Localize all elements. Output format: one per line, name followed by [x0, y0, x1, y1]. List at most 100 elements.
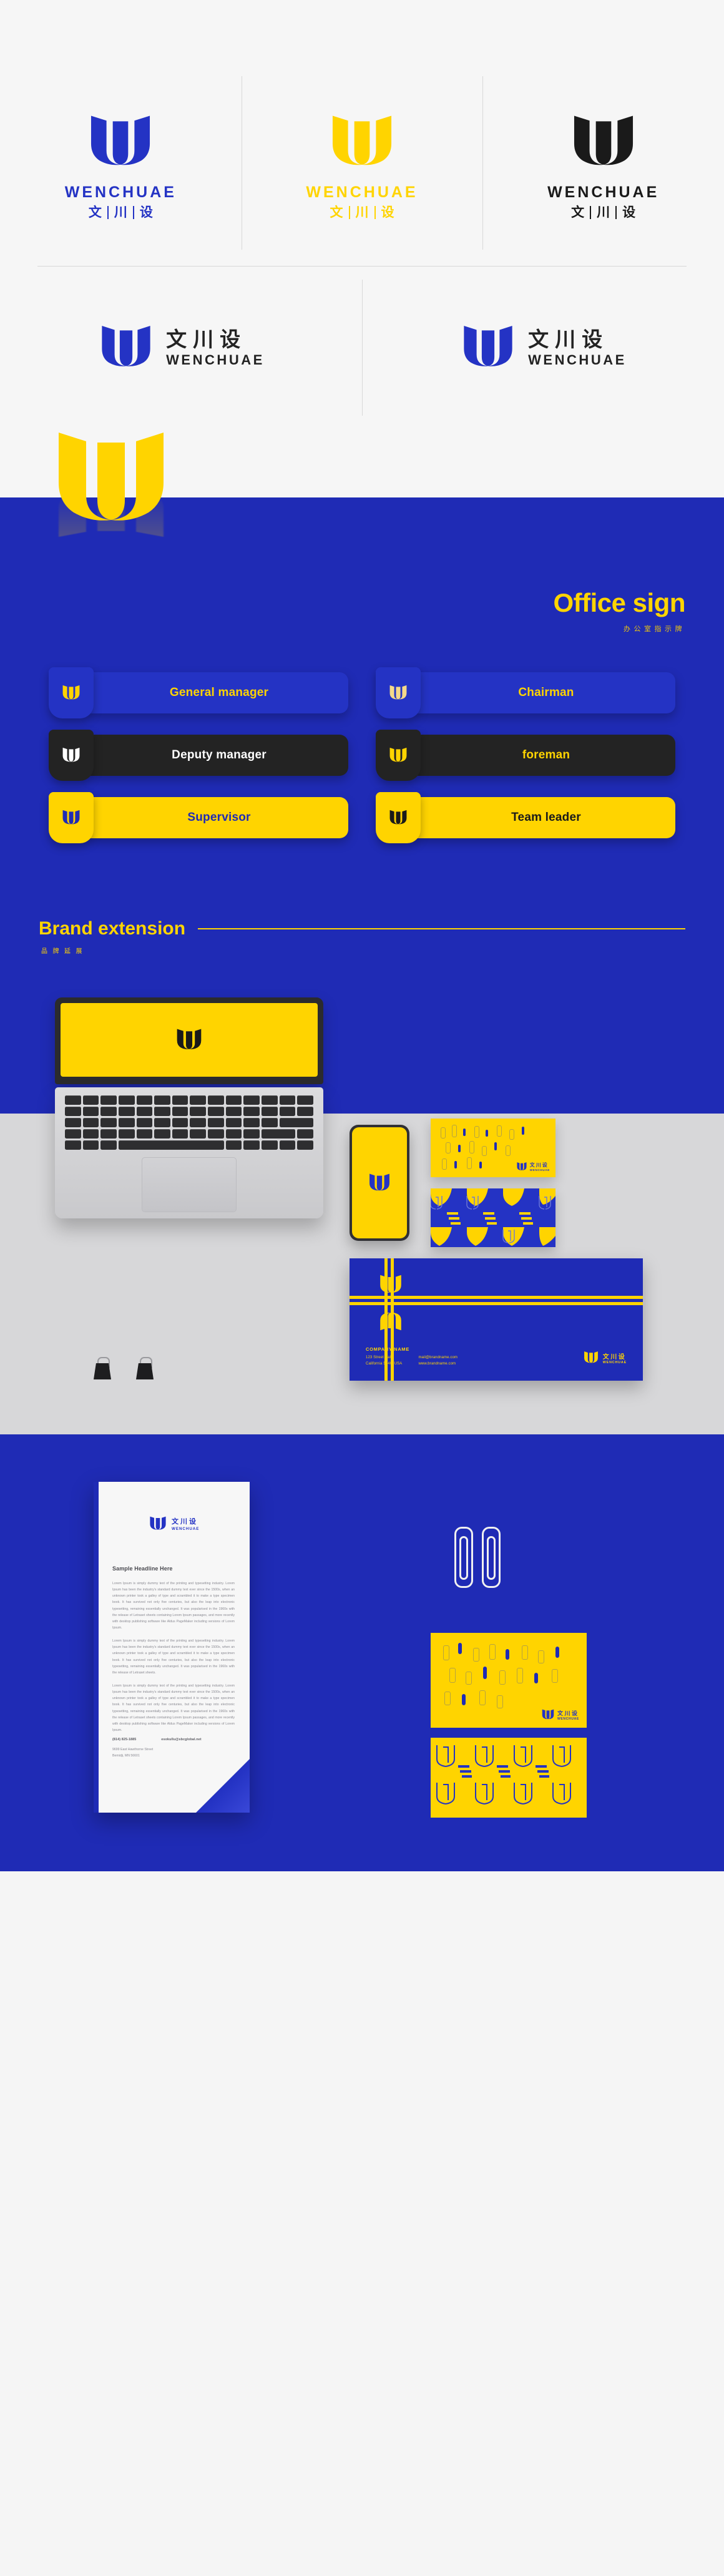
- chinese-char-1: 文: [557, 1710, 563, 1717]
- company-name: COMPANY NAME: [366, 1346, 409, 1353]
- paperclips-group: [454, 1527, 501, 1588]
- key: [190, 1118, 207, 1127]
- pattern-speck: [489, 1644, 496, 1660]
- badge-label: Supervisor: [90, 797, 348, 838]
- chinese-char-2: 川: [610, 1353, 617, 1361]
- logo-lockup-vertical-yellow: WENCHUAE 文 川 设: [306, 107, 418, 219]
- wordmark-text: WENCHUAE: [528, 351, 627, 368]
- chinese-char-1: 文: [602, 1353, 609, 1361]
- pattern-speck: [494, 1142, 497, 1150]
- chinese-char-1: 文: [571, 205, 585, 220]
- chinese-char-3: 设: [622, 205, 636, 220]
- key: [154, 1129, 170, 1139]
- pattern-speck: [509, 1129, 514, 1140]
- pattern-speck: [506, 1649, 509, 1660]
- wenchuae-mark-icon: [389, 810, 407, 825]
- business-card-logo-text: 文 川 设 WENCHUAE: [603, 1351, 627, 1364]
- office-badge-deputy-manager[interactable]: Deputy manager: [49, 730, 348, 781]
- key: [262, 1118, 278, 1127]
- laptop-lid: [55, 997, 323, 1084]
- office-sign-subtitle: 办公室指示牌: [624, 625, 685, 633]
- hero-logo-reflection: [49, 471, 174, 546]
- office-sign-section: Office sign 办公室指示牌 General manager Chair…: [0, 433, 724, 892]
- wenchuae-mark-icon: [177, 1029, 202, 1049]
- logo-row-primary: WENCHUAE 文 川 设 WENCHUAE 文 川 设 WENCHUAE 文…: [0, 60, 724, 266]
- office-badge-supervisor[interactable]: Supervisor: [49, 792, 348, 843]
- key: [297, 1129, 313, 1139]
- key: [65, 1095, 81, 1105]
- wenchuae-mark-icon: [62, 685, 80, 700]
- key: [118, 1129, 135, 1139]
- pattern-speck: [482, 1146, 487, 1156]
- divider-1: [107, 205, 109, 219]
- logo-text-block: 文 川 设 WENCHUAE: [528, 329, 627, 367]
- laptop-trackpad: [142, 1157, 237, 1212]
- badge-label: Deputy manager: [90, 735, 348, 776]
- wenchuae-mark-icon: [102, 326, 150, 366]
- address-block: 123 Street Hall, California 5640, USA: [366, 1355, 402, 1367]
- pattern-speck: [466, 1672, 472, 1685]
- pattern-speck: [538, 1650, 544, 1663]
- key: [82, 1107, 99, 1116]
- key: [208, 1095, 224, 1105]
- office-badge-general-manager[interactable]: General manager: [49, 667, 348, 718]
- office-badge-team-leader[interactable]: Team leader: [376, 792, 675, 843]
- key: [118, 1107, 135, 1116]
- key: [225, 1095, 242, 1105]
- business-card-wide: COMPANY NAME 123 Street Hall, California…: [350, 1258, 643, 1381]
- pattern-card-yellow: 文 川 设 WENCHUAE: [431, 1119, 555, 1177]
- chinese-char-3: 设: [189, 1518, 196, 1526]
- letterhead-contact-row: (814) 825-1885 esokullu@sbcglobal.net: [112, 1738, 235, 1741]
- swatch-logo-lockup: 文 川 设 WENCHUAE: [541, 1708, 579, 1721]
- pattern-speck: [449, 1668, 456, 1683]
- brand-identity-presentation: WENCHUAE 文 川 设 WENCHUAE 文 川 设 WENCHUAE 文…: [0, 0, 724, 1871]
- badge-label: Team leader: [417, 797, 675, 838]
- key: [172, 1107, 188, 1116]
- chinese-char-2: 川: [564, 1710, 570, 1717]
- card-logo-lockup: 文 川 设 WENCHUAE: [516, 1161, 550, 1172]
- divider-1: [590, 205, 592, 219]
- pattern-speck: [463, 1129, 466, 1136]
- chinese-char-3: 设: [582, 327, 603, 351]
- key: [172, 1095, 188, 1105]
- binder-clips-group: [94, 1357, 154, 1379]
- chinese-char-3: 设: [571, 1710, 577, 1717]
- pattern-speck: [479, 1690, 486, 1705]
- letterhead-address-line-2: Bemidji, MN 56601: [112, 1753, 140, 1758]
- key: [172, 1129, 188, 1139]
- wenchuae-mark-icon: [91, 115, 150, 165]
- binder-clip: [94, 1357, 111, 1379]
- key-wide: [279, 1118, 313, 1127]
- logo-cell-horizontal-1: 文 川 设 WENCHUAE: [0, 267, 362, 429]
- divider-2: [132, 205, 134, 219]
- pattern-speck: [483, 1667, 487, 1679]
- pattern-speck: [534, 1673, 538, 1683]
- office-badge-foreman[interactable]: foreman: [376, 730, 675, 781]
- key: [82, 1118, 99, 1127]
- paperclip-icon: [454, 1527, 473, 1588]
- wenchuae-mark-icon: [464, 326, 512, 366]
- key: [297, 1095, 313, 1105]
- laptop-mockup: [55, 997, 323, 1218]
- letterhead-email: esokullu@sbcglobal.net: [161, 1738, 202, 1742]
- laptop-base: [55, 1087, 323, 1218]
- letterhead-mockup: 文 川 设 WENCHUAE Sample Headline Here Lore…: [94, 1482, 250, 1813]
- key: [279, 1095, 296, 1105]
- wenchuae-mark-icon: [389, 747, 407, 762]
- pattern-speck: [479, 1162, 482, 1168]
- pattern-speck: [522, 1127, 524, 1135]
- logo-cell-yellow: WENCHUAE 文 川 设: [241, 60, 483, 266]
- key: [82, 1129, 99, 1139]
- chinese-name-row: 文 川 设: [89, 205, 153, 219]
- brand-extension-subtitle: 品牌延展: [41, 948, 87, 955]
- swatch-logo-text: 文 川 设 WENCHUAE: [557, 1709, 579, 1721]
- key: [225, 1129, 242, 1139]
- letterhead-paragraph-3: Lorem Ipsum is simply dummy text of the …: [112, 1683, 235, 1732]
- office-badge-chairman[interactable]: Chairman: [376, 667, 675, 718]
- key: [154, 1107, 170, 1116]
- hero-logo-mark: [49, 418, 174, 617]
- wenchuae-mark-icon: [369, 1173, 389, 1191]
- clip-body: [94, 1363, 111, 1379]
- pattern-speck: [452, 1125, 457, 1137]
- letterhead-headline: Sample Headline Here: [112, 1565, 173, 1572]
